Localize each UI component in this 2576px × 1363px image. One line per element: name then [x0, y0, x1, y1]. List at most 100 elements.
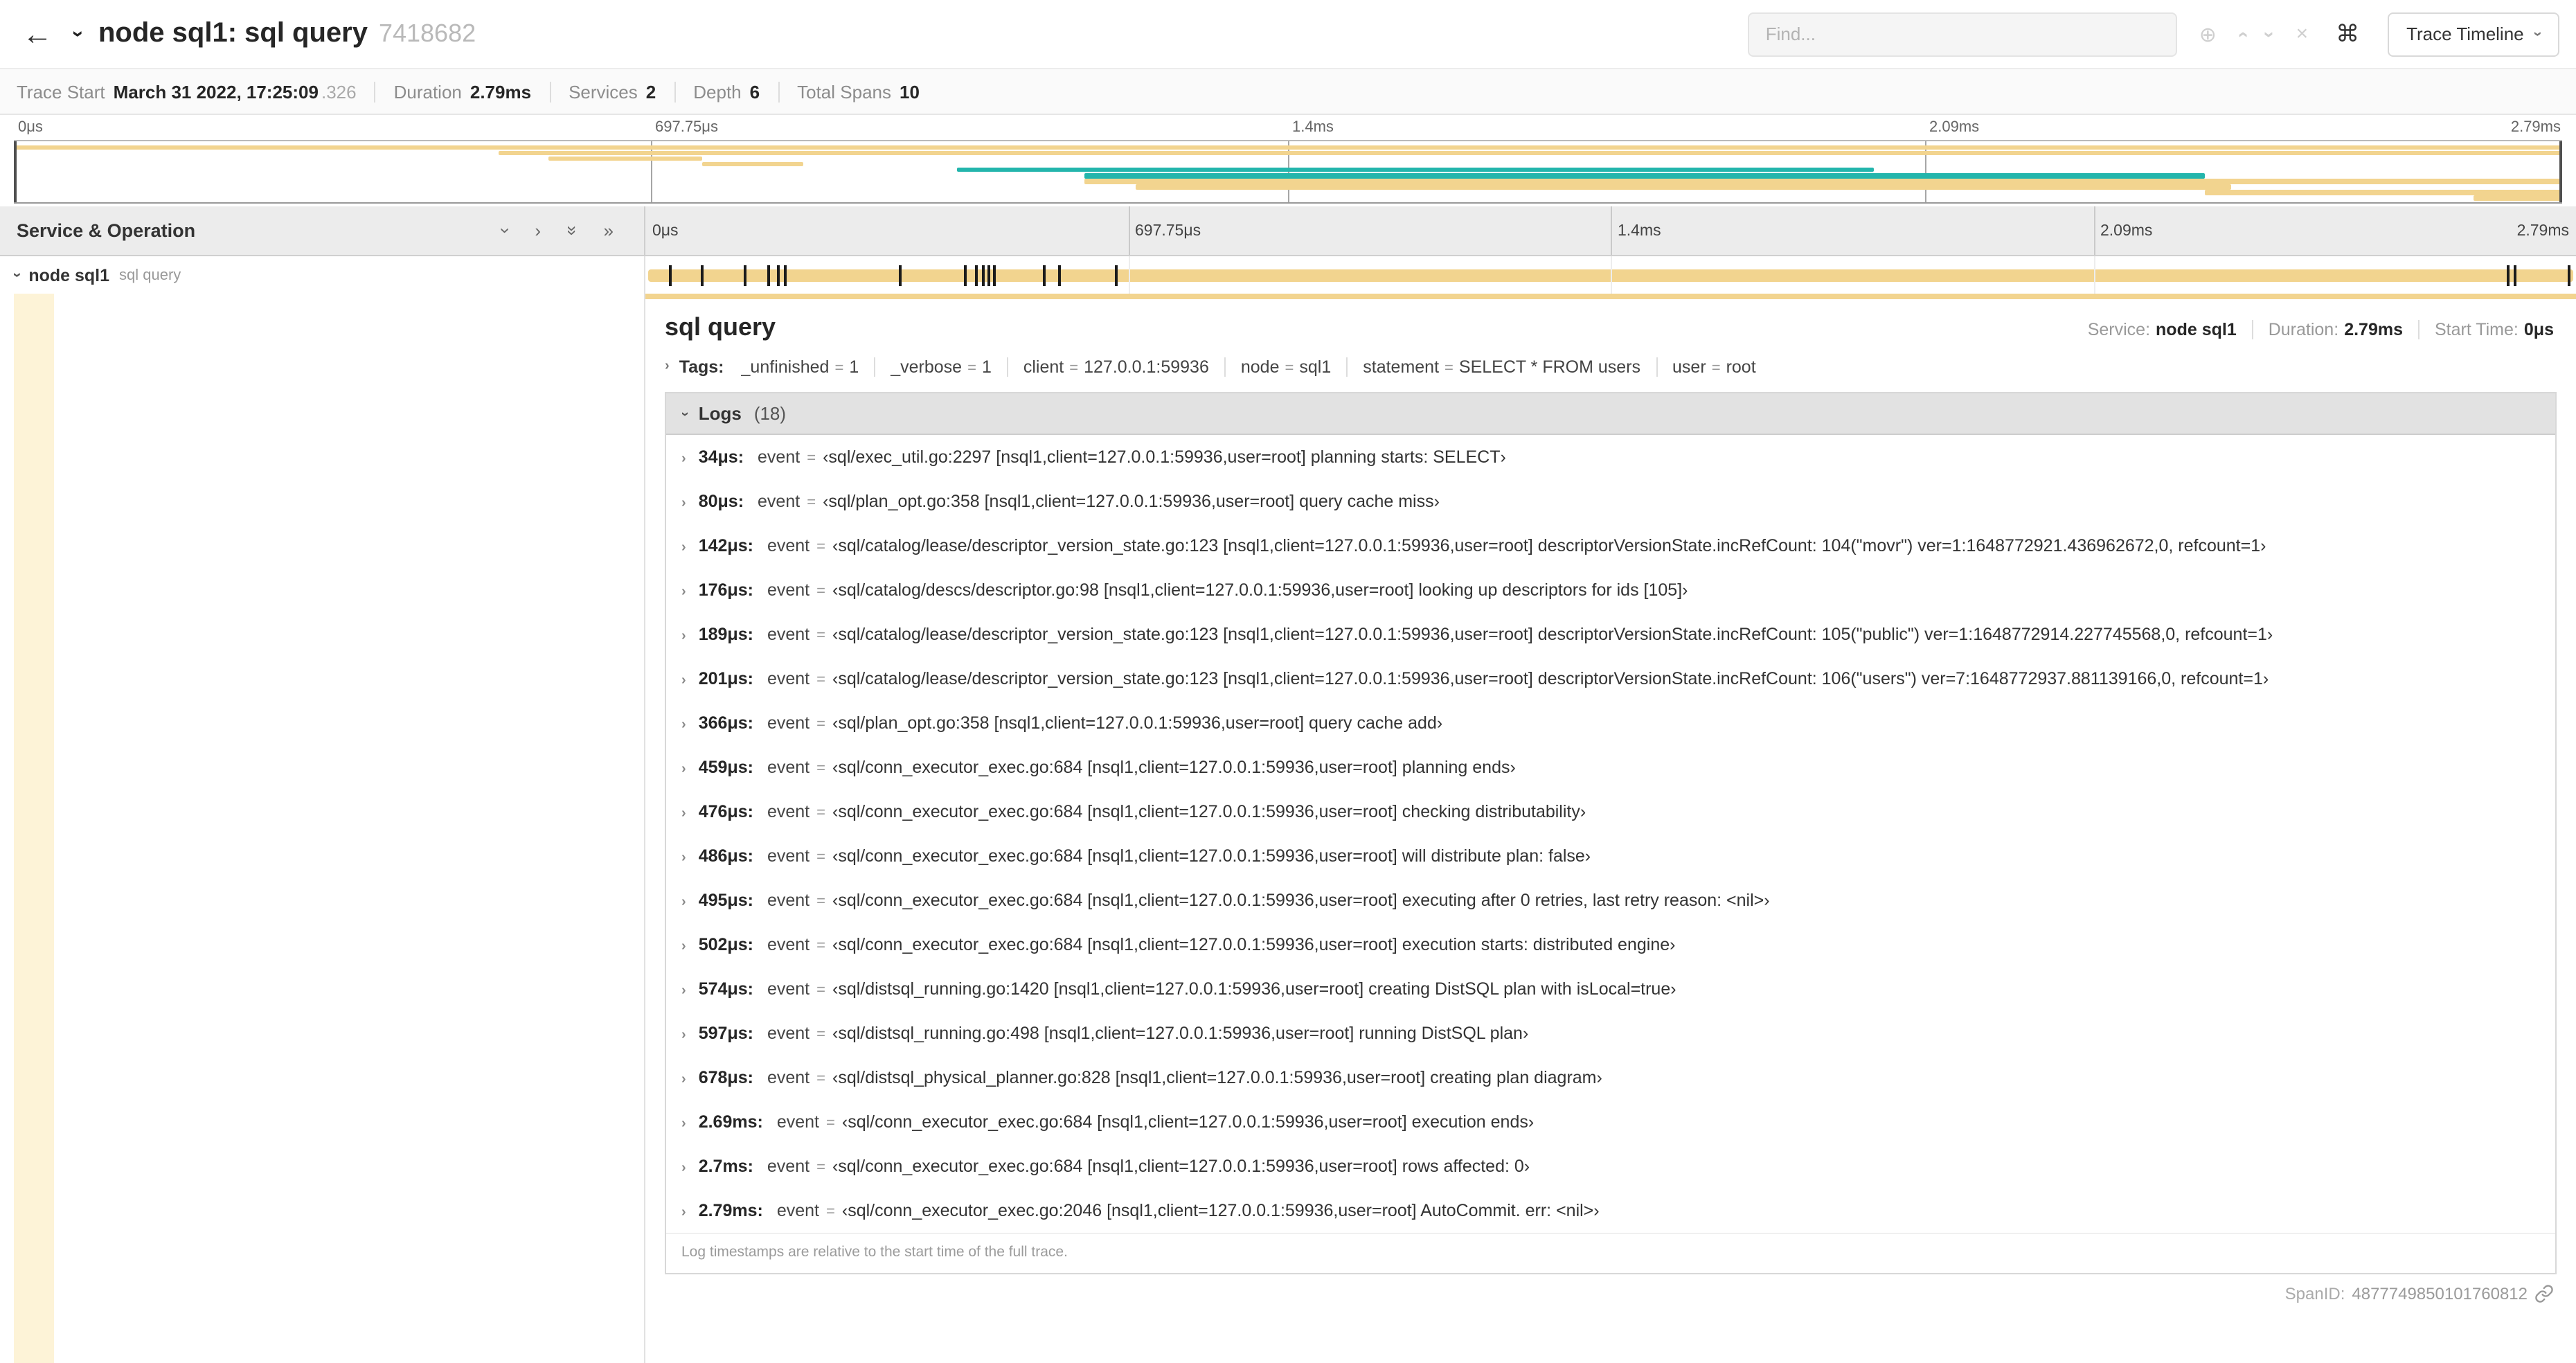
detail-meta-value: 2.79ms — [2344, 320, 2403, 339]
log-marker-tick — [964, 265, 967, 285]
trace-view-dropdown[interactable]: Trace Timeline › — [2387, 12, 2559, 56]
back-button[interactable]: ← — [17, 18, 58, 49]
collapse-header-icon[interactable]: › — [66, 30, 90, 37]
tags-accordion[interactable]: › Tags: _unfinished = 1 _verbose = 1 client = 12… — [665, 357, 2557, 377]
log-timestamp: 80μs: — [698, 492, 744, 511]
log-equals: = — [826, 1204, 835, 1220]
minimap-span-bar — [14, 145, 2562, 150]
log-value: ‹sql/distsql_physical_planner.go:828 [ns… — [832, 1068, 1602, 1087]
minimap-canvas[interactable] — [14, 140, 2562, 204]
log-chevron-icon: › — [681, 939, 686, 954]
log-equals: = — [816, 627, 825, 644]
deep-link-icon[interactable] — [2534, 1284, 2554, 1303]
log-equals: = — [816, 716, 825, 733]
log-chevron-icon: › — [681, 1028, 686, 1043]
prev-result-icon[interactable]: › — [2231, 30, 2253, 37]
minimap-tick-label: 697.75μs — [655, 119, 718, 136]
summary-value: 2 — [645, 81, 656, 102]
collapse-all-icon[interactable]: » — [604, 222, 614, 240]
span-row-timeline[interactable] — [645, 256, 2576, 294]
log-key: event — [767, 758, 810, 777]
timeline-tick-label: 2.09ms — [2100, 222, 2153, 239]
timeline-tick-label: 0μs — [652, 222, 679, 239]
tag-key: _unfinished — [740, 357, 830, 377]
summary-label: Depth — [693, 81, 742, 102]
detail-meta-label: Service: — [2087, 320, 2151, 339]
log-key: event — [776, 1112, 819, 1132]
tag-value: root — [1726, 357, 1756, 377]
log-timestamp: 597μs: — [698, 1024, 753, 1043]
tag-item: user = root — [1656, 357, 1771, 377]
locate-match-icon[interactable]: ⊕ — [2199, 21, 2217, 46]
expand-all-icon[interactable]: » — [562, 226, 582, 235]
span-row[interactable]: › node sql1 sql query — [0, 256, 2576, 294]
log-marker-tick — [2506, 265, 2510, 285]
logs-list: › 34μs: event = ‹sql/exec_util.go:2297 [nsql… — [666, 435, 2555, 1233]
timeline-ticks: 0μs 697.75μs 1.4ms 2.09ms 2.79ms — [645, 206, 2576, 255]
log-chevron-icon: › — [681, 496, 686, 511]
log-value: ‹sql/distsql_running.go:498 [nsql1,clien… — [832, 1024, 1529, 1043]
span-expander-icon[interactable]: › — [9, 272, 26, 277]
log-key: event — [767, 536, 810, 555]
log-key: event — [767, 1024, 810, 1043]
log-row[interactable]: › 142μs: event = ‹sql/catalog/lease/descript… — [666, 524, 2555, 568]
summary-value: 6 — [749, 81, 760, 102]
minimap-tick-label: 2.79ms — [2510, 119, 2561, 136]
summary-label: Total Spans — [797, 81, 891, 102]
page-title: node sql1: sql query 7418682 — [98, 18, 476, 50]
log-row[interactable]: › 34μs: event = ‹sql/exec_util.go:2297 [nsql… — [666, 435, 2555, 479]
log-value: ‹sql/catalog/lease/descriptor_version_st… — [832, 625, 2273, 644]
collapse-one-icon[interactable]: › — [535, 222, 541, 240]
log-value: ‹sql/conn_executor_exec.go:684 [nsql1,cl… — [832, 802, 1586, 821]
log-row[interactable]: › 502μs: event = ‹sql/conn_executor_exec.go:… — [666, 923, 2555, 967]
log-value: ‹sql/conn_executor_exec.go:684 [nsql1,cl… — [832, 891, 1770, 910]
log-row[interactable]: › 678μs: event = ‹sql/distsql_physical_plann… — [666, 1055, 2555, 1100]
log-row[interactable]: › 476μs: event = ‹sql/conn_executor_exec.go:… — [666, 790, 2555, 834]
log-row[interactable]: › 495μs: event = ‹sql/conn_executor_exec.go:… — [666, 878, 2555, 923]
minimap-tick-label: 1.4ms — [1292, 119, 1334, 136]
log-marker-tick — [975, 265, 978, 285]
find-input[interactable] — [1747, 12, 2177, 56]
log-row[interactable]: › 2.7ms: event = ‹sql/conn_executor_exec.go:… — [666, 1144, 2555, 1188]
clear-search-icon[interactable]: × — [2296, 22, 2309, 46]
log-row[interactable]: › 189μs: event = ‹sql/catalog/lease/descript… — [666, 612, 2555, 657]
log-timestamp: 2.7ms: — [698, 1157, 753, 1176]
minimap-left-scrubber[interactable] — [14, 141, 17, 202]
log-equals: = — [816, 805, 825, 821]
log-row[interactable]: › 176μs: event = ‹sql/catalog/descs/descript… — [666, 568, 2555, 612]
trace-name: node sql1: sql query — [98, 18, 368, 48]
span-row-name-cell[interactable]: › node sql1 sql query — [0, 256, 645, 294]
tag-value: 127.0.0.1:59936 — [1084, 357, 1209, 377]
log-key: event — [767, 891, 810, 910]
expand-one-icon[interactable]: › — [495, 228, 516, 234]
log-key: event — [767, 846, 810, 866]
log-row[interactable]: › 2.79ms: event = ‹sql/conn_executor_exec.go… — [666, 1188, 2555, 1233]
log-row[interactable]: › 201μs: event = ‹sql/catalog/lease/descript… — [666, 657, 2555, 701]
log-chevron-icon: › — [681, 1205, 686, 1220]
tag-value: 1 — [981, 357, 992, 377]
minimap-right-scrubber[interactable] — [2559, 141, 2562, 202]
log-equals: = — [816, 1071, 825, 1087]
log-row[interactable]: › 459μs: event = ‹sql/conn_executor_exec.go:… — [666, 745, 2555, 790]
log-value: ‹sql/plan_opt.go:358 [nsql1,client=127.0… — [832, 713, 1443, 733]
next-result-icon[interactable]: › — [2260, 30, 2282, 37]
span-detail-header: sql query Service: node sql1 Duration: 2.79… — [665, 313, 2557, 342]
tag-equals: = — [1444, 360, 1454, 377]
trace-id: 7418682 — [378, 19, 476, 47]
log-row[interactable]: › 2.69ms: event = ‹sql/conn_executor_exec.go… — [666, 1100, 2555, 1144]
log-value: ‹sql/plan_opt.go:358 [nsql1,client=127.0… — [823, 492, 1440, 511]
log-row[interactable]: › 486μs: event = ‹sql/conn_executor_exec.go:… — [666, 834, 2555, 878]
log-row[interactable]: › 366μs: event = ‹sql/plan_opt.go:358 [nsql1… — [666, 701, 2555, 745]
span-service-name: node sql1 — [28, 265, 110, 285]
logs-header[interactable]: › Logs (18) — [666, 393, 2555, 435]
detail-meta-item: Start Time: 0μs — [2418, 320, 2557, 339]
detail-meta-label: Duration: — [2268, 320, 2339, 339]
log-chevron-icon: › — [681, 673, 686, 688]
keyboard-shortcuts-button[interactable]: ⌘ — [2330, 20, 2365, 48]
log-marker-tick — [898, 265, 902, 285]
span-row-gridline — [1128, 256, 1129, 294]
log-equals: = — [816, 583, 825, 600]
log-row[interactable]: › 574μs: event = ‹sql/distsql_running.go:142… — [666, 967, 2555, 1011]
log-row[interactable]: › 80μs: event = ‹sql/plan_opt.go:358 [nsql1,… — [666, 479, 2555, 524]
log-row[interactable]: › 597μs: event = ‹sql/distsql_running.go:498… — [666, 1011, 2555, 1055]
